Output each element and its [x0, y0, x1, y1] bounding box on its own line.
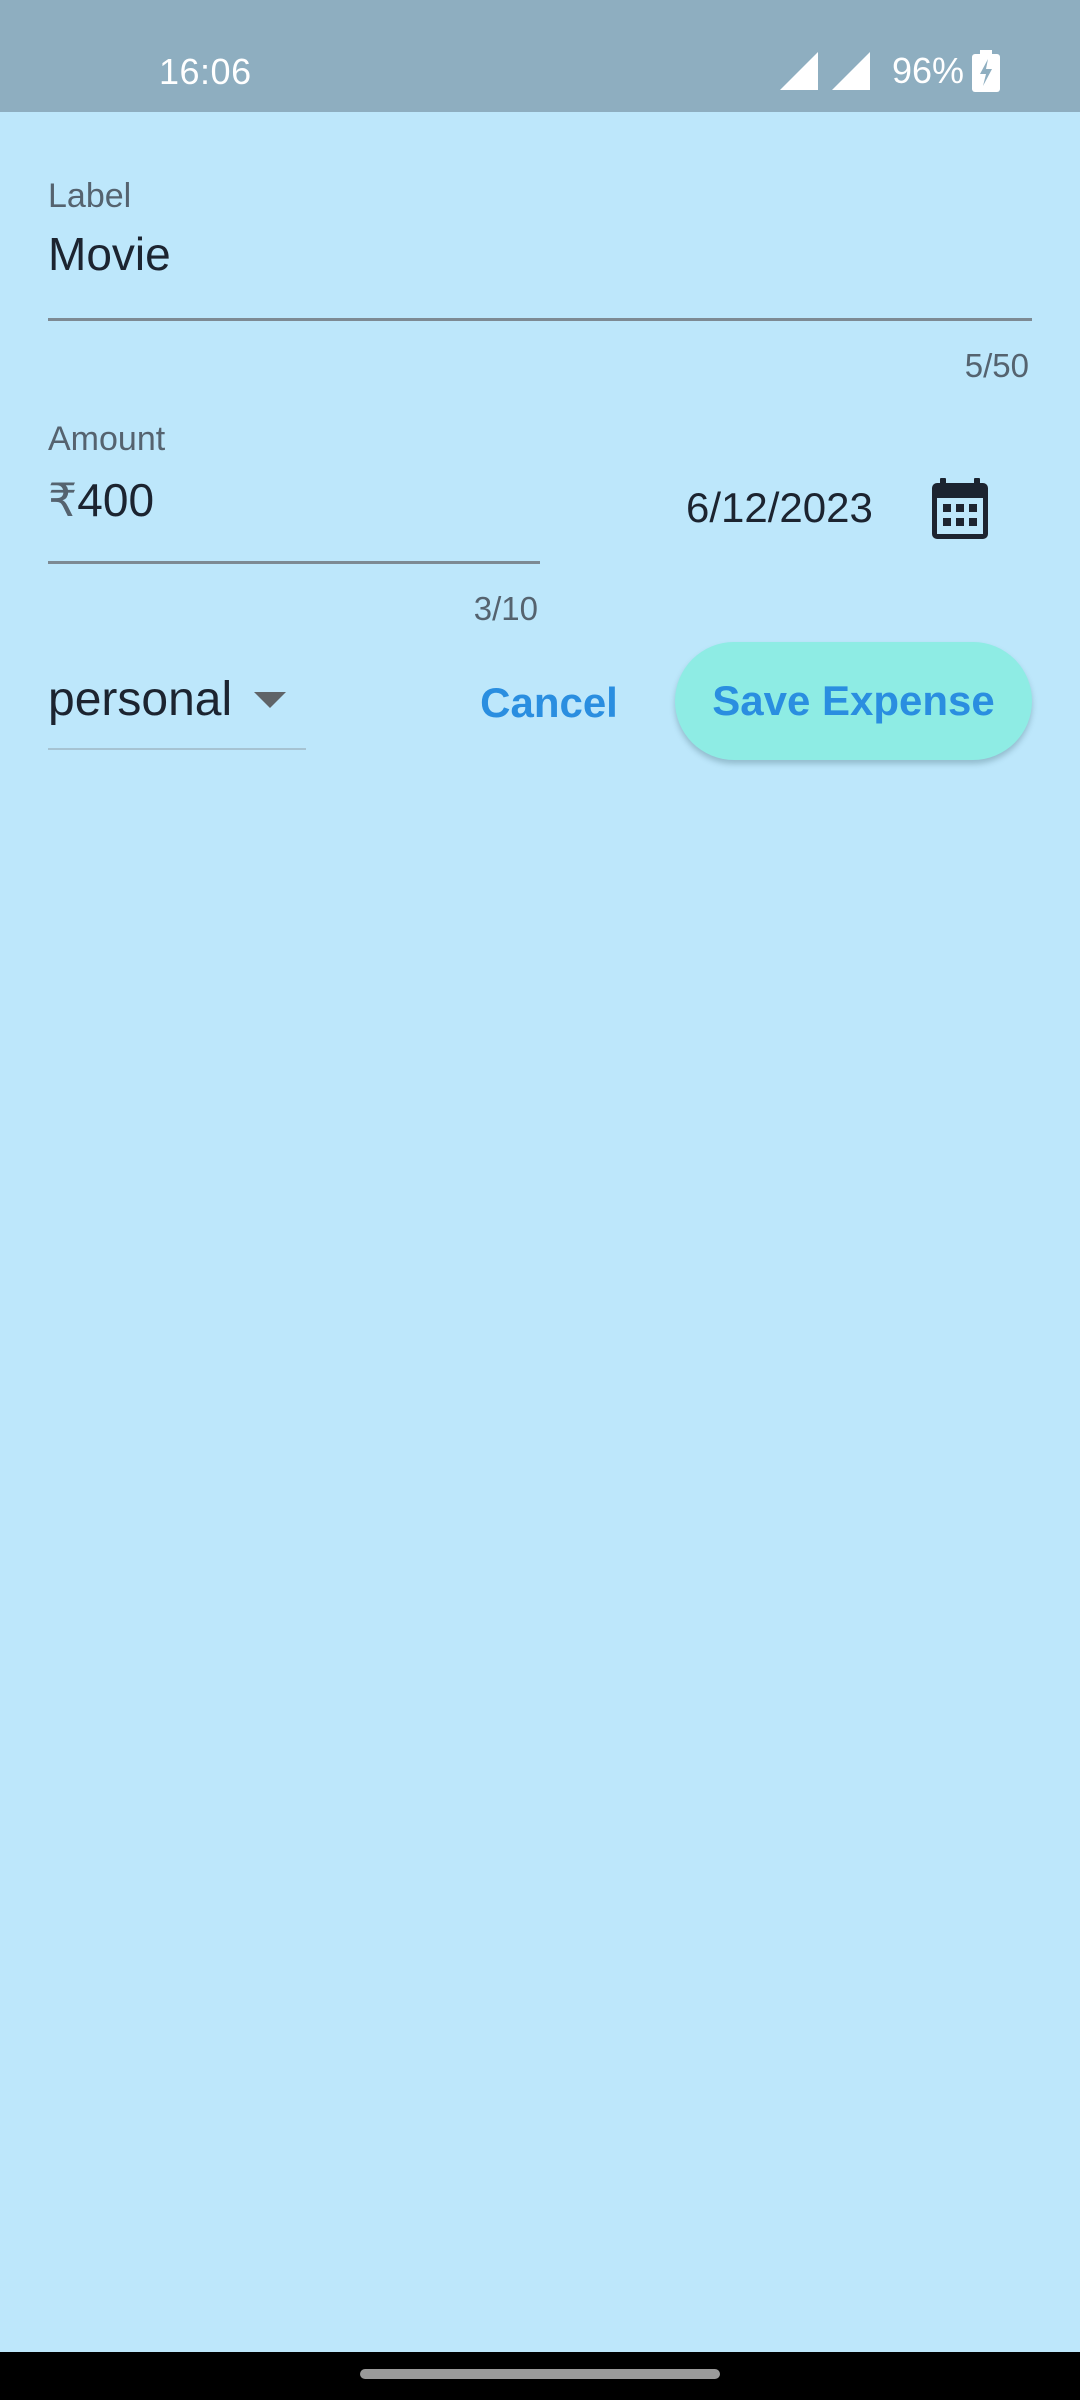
battery-charging-icon — [972, 50, 1000, 92]
amount-underline — [48, 561, 540, 564]
currency-prefix: ₹ — [48, 474, 78, 526]
home-indicator[interactable] — [360, 2369, 720, 2379]
label-field-label: Label — [48, 177, 132, 215]
amount-input[interactable]: ₹400 — [48, 472, 154, 528]
calendar-icon[interactable] — [926, 474, 994, 542]
signal-icon — [831, 52, 870, 90]
category-dropdown[interactable]: personal — [48, 666, 306, 750]
save-expense-button[interactable]: Save Expense — [675, 642, 1032, 760]
amount-counter: 3/10 — [473, 590, 538, 627]
selected-date: 6/12/2023 — [686, 484, 873, 531]
navigation-bar — [0, 2352, 1080, 2400]
amount-field-label: Amount — [48, 420, 166, 458]
label-underline — [48, 318, 1032, 321]
label-counter: 5/50 — [964, 347, 1029, 384]
signal-icon — [779, 52, 818, 90]
status-bar: 16:06 96% — [0, 0, 1080, 112]
dropdown-underline — [48, 748, 306, 750]
category-selected: personal — [48, 673, 233, 726]
amount-value: 400 — [77, 474, 155, 526]
status-icons: 96% — [776, 48, 1000, 94]
cancel-button[interactable]: Cancel — [460, 668, 638, 738]
dropdown-caret-icon — [254, 692, 286, 708]
label-input[interactable]: Movie — [48, 226, 171, 282]
status-time: 16:06 — [159, 51, 252, 92]
battery-percent: 96% — [891, 50, 964, 91]
